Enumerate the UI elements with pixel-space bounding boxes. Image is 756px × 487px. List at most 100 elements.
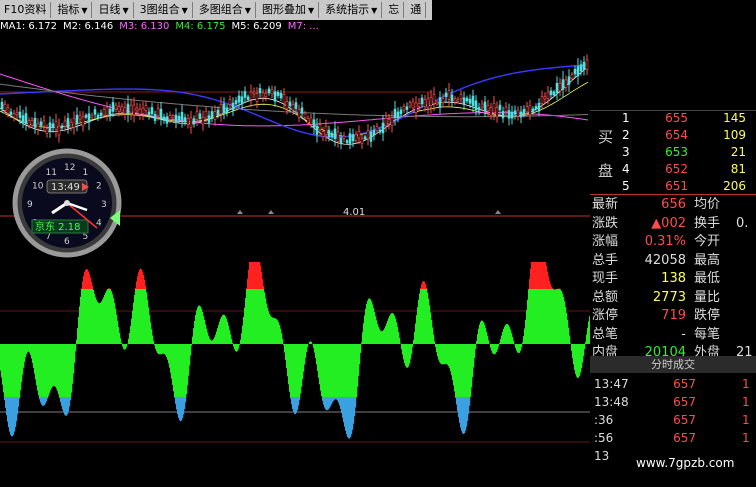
toolbar-button-7[interactable]: 忘: [384, 2, 405, 18]
tick-volume: 1: [742, 377, 750, 391]
candle-body: [537, 102, 541, 112]
candle-body: [27, 120, 31, 126]
candle-body: [207, 115, 211, 123]
candle-body: [135, 107, 139, 112]
candle-body: [522, 108, 526, 114]
candle-body: [441, 98, 445, 103]
candle-body: [345, 140, 349, 143]
order-book-row[interactable]: 4 652 81: [590, 161, 756, 178]
candle-body: [423, 99, 427, 108]
oscillator-bar-blue: [469, 397, 471, 406]
candle-body: [420, 97, 424, 105]
toolbar-button-0[interactable]: F10资料: [0, 2, 52, 18]
candle-body: [264, 93, 268, 98]
candle-body: [333, 128, 337, 140]
candle-body: [123, 107, 127, 114]
kline-chart[interactable]: 4.01: [0, 34, 590, 487]
candle-body: [234, 100, 238, 105]
toolbar-button-1[interactable]: 指标 ▼: [53, 2, 93, 18]
order-volume: 81: [730, 162, 746, 176]
order-book-row[interactable]: 2 654 109: [590, 127, 756, 144]
candle-body: [498, 104, 502, 111]
oscillator-bar-blue: [70, 397, 72, 401]
toolbar-button-2[interactable]: 日线 ▼: [94, 2, 134, 18]
candle-body: [183, 117, 187, 123]
oscillator-bar-red: [145, 285, 147, 289]
candle-body: [342, 135, 346, 139]
oscillator-bar-green: [570, 343, 572, 344]
oscillator-bar-blue: [19, 397, 21, 399]
toolbar-button-8[interactable]: 通: [406, 2, 427, 18]
stat-value: 656: [661, 197, 686, 212]
tick-volume: 1: [742, 431, 750, 445]
tick-row[interactable]: :36 657 1: [590, 411, 756, 429]
candle-body: [435, 101, 439, 105]
low-price-label: 4.01: [343, 207, 365, 218]
candle-body: [99, 112, 103, 117]
candle-body: [75, 114, 79, 124]
candle-body: [141, 107, 145, 115]
tick-row[interactable]: :56 657 1: [590, 429, 756, 447]
candle-body: [57, 125, 61, 136]
stat-value: 0.31%: [644, 234, 686, 249]
oscillator-bar-green: [488, 340, 490, 344]
candle-body: [390, 117, 394, 127]
candle-body: [168, 115, 172, 120]
candle-body: [561, 79, 565, 90]
stat-row: 总笔 - 每笔: [590, 326, 756, 345]
stat-label-secondary: 均价: [694, 197, 721, 212]
candle-body: [324, 125, 328, 135]
order-level: 3: [622, 145, 630, 159]
oscillator-bar-green: [513, 340, 515, 344]
oscillator-bar-green: [121, 342, 123, 344]
tick-row[interactable]: 13:48 657 1: [590, 393, 756, 411]
candle-body: [366, 130, 370, 140]
order-book-row[interactable]: 1 655 145: [590, 110, 756, 127]
candle-body: [471, 95, 475, 106]
candle-body: [282, 94, 286, 104]
candle-body: [243, 91, 247, 98]
candle-body: [69, 121, 73, 129]
candle-body: [579, 64, 583, 72]
ma-value-2: M3: 6.130: [119, 21, 170, 32]
toolbar-button-3[interactable]: 3图组合 ▼: [136, 2, 193, 18]
candle-body: [93, 109, 97, 115]
oscillator-bar-green: [75, 344, 77, 352]
candle-body: [459, 94, 463, 100]
stat-value: 719: [661, 308, 686, 323]
candle-body: [285, 101, 289, 110]
desktop-clock-widget[interactable]: 123456789101112 13:49 京东 2.18: [2, 148, 132, 258]
candle-body: [87, 113, 91, 123]
oscillator-bar-blue: [355, 397, 357, 408]
candle-body: [237, 95, 241, 103]
toolbar-button-4[interactable]: 多图组合 ▼: [195, 2, 256, 18]
candle-body: [273, 91, 277, 102]
chevron-down-icon: ▼: [122, 6, 129, 15]
candle-body: [477, 107, 481, 111]
order-book-divider: [590, 194, 756, 195]
oscillator-bar-blue: [185, 397, 187, 403]
candle-body: [486, 105, 490, 112]
order-price: 653: [665, 145, 688, 159]
tick-row[interactable]: 13:47 657 1: [590, 375, 756, 393]
candle-body: [54, 121, 58, 130]
order-book-row[interactable]: 5 651 206: [590, 178, 756, 195]
clock-numeral: 6: [64, 237, 70, 247]
candle-body: [39, 121, 43, 126]
toolbar-button-5[interactable]: 图形叠加 ▼: [258, 2, 320, 18]
candle-body: [543, 96, 547, 100]
candle-body: [177, 116, 181, 121]
moving-average-readout: MA1: 6.172 M2: 6.146 M3: 6.130 M4: 6.175 M5:…: [0, 20, 432, 34]
candle-body: [279, 93, 283, 99]
oscillator-bar-green: [521, 344, 523, 348]
candle-body: [558, 82, 562, 92]
tick-price: 657: [673, 431, 696, 445]
order-book-row[interactable]: 3 653 21: [590, 144, 756, 161]
candle-body: [375, 126, 379, 131]
order-price: 654: [665, 128, 688, 142]
toolbar-button-6[interactable]: 系统指示 ▼: [321, 2, 383, 18]
candle-body: [174, 114, 178, 122]
candle-body: [303, 113, 307, 118]
candle-body: [240, 96, 244, 105]
toolbar: F10资料 指标 ▼ 日线 ▼ 3图组合 ▼ 多图组合 ▼ 图形叠加 ▼ 系统指示 ▼ 忘通: [0, 0, 432, 20]
